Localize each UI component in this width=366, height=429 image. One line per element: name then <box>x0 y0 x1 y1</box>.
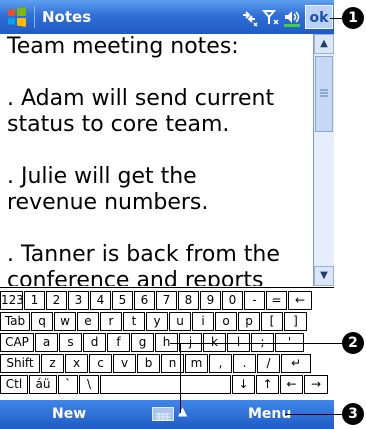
key[interactable]: 9 <box>200 291 221 310</box>
key[interactable]: w <box>54 312 76 331</box>
key[interactable]: i <box>192 312 214 331</box>
key[interactable]: c <box>89 354 112 373</box>
note-line[interactable]: . Julie will get the <box>0 164 312 190</box>
key[interactable]: 5 <box>112 291 133 310</box>
tab-key[interactable]: Tab <box>0 312 30 331</box>
key[interactable]: 2 <box>46 291 67 310</box>
key[interactable]: o <box>215 312 237 331</box>
note-line-blank[interactable] <box>0 216 312 242</box>
callout-line <box>180 343 344 344</box>
callout-marker: 2 <box>342 332 364 354</box>
callout-line <box>180 343 181 413</box>
app-title: Notes <box>42 8 92 26</box>
key[interactable]: ] <box>284 312 307 331</box>
key[interactable]: b <box>137 354 160 373</box>
key[interactable]: → <box>304 375 328 394</box>
key[interactable]: [ <box>261 312 283 331</box>
note-line[interactable]: . Adam will send current <box>0 86 312 112</box>
key[interactable]: e <box>77 312 99 331</box>
key[interactable]: , <box>209 354 232 373</box>
key[interactable]: 1 <box>24 291 45 310</box>
menu-bar: New ▲ Menu <box>0 400 334 429</box>
new-button[interactable]: New <box>52 406 86 422</box>
signal-icon[interactable] <box>261 7 281 27</box>
key[interactable]: g <box>131 333 154 352</box>
key[interactable]: u <box>169 312 191 331</box>
note-line[interactable]: conference and reports <box>0 268 312 286</box>
key[interactable]: q <box>31 312 53 331</box>
scroll-down-icon[interactable]: ▼ <box>314 266 334 286</box>
pocket-pc-screen: Notes ok Team meeting notes: . Adam will… <box>0 0 334 429</box>
key[interactable]: z <box>41 354 64 373</box>
keyboard-row-5: Ctl áü ` \ ↓ ↑ ← → <box>0 375 329 394</box>
keyboard-row-2: Tab q w e r t y u i o p [ ] <box>0 312 308 331</box>
keyboard-row-1: 123 1 2 3 4 5 6 7 8 9 0 - = ← <box>0 291 313 310</box>
space-key[interactable] <box>100 375 231 394</box>
backspace-key[interactable]: ← <box>288 291 312 310</box>
key[interactable]: - <box>244 291 265 310</box>
callout-marker: 3 <box>342 403 364 425</box>
key[interactable]: 3 <box>68 291 89 310</box>
key[interactable]: d <box>83 333 106 352</box>
key[interactable]: = <box>266 291 287 310</box>
note-line-blank[interactable] <box>0 60 312 86</box>
shift-key[interactable]: Shift <box>0 354 40 373</box>
volume-icon[interactable] <box>282 7 302 27</box>
connectivity-icon[interactable] <box>239 7 259 27</box>
key[interactable]: 0 <box>222 291 243 310</box>
vertical-scrollbar[interactable]: ▲ ▼ <box>313 34 334 286</box>
note-line[interactable]: status to core team. <box>0 112 312 138</box>
note-line[interactable]: . Tanner is back from the <box>0 242 312 268</box>
key[interactable]: r <box>100 312 122 331</box>
note-line-blank[interactable] <box>0 138 312 164</box>
key[interactable]: 123 <box>0 291 23 310</box>
key[interactable]: f <box>107 333 130 352</box>
key[interactable]: a <box>35 333 58 352</box>
key[interactable]: 7 <box>156 291 177 310</box>
keyboard-row-4: Shift z x c v b n m , . / ↵ <box>0 354 312 373</box>
scroll-grip-icon <box>320 89 328 97</box>
note-document[interactable]: Team meeting notes: . Adam will send cur… <box>0 34 312 286</box>
key[interactable]: y <box>146 312 168 331</box>
key[interactable]: ← <box>280 375 303 394</box>
key[interactable]: ↑ <box>256 375 279 394</box>
note-line[interactable]: Team meeting notes: <box>0 34 312 60</box>
key[interactable]: s <box>59 333 82 352</box>
callout-line <box>285 414 344 415</box>
key[interactable]: \ <box>79 375 99 394</box>
key[interactable]: v <box>113 354 136 373</box>
title-bar: Notes ok <box>0 0 334 34</box>
ok-button[interactable]: ok <box>305 5 333 29</box>
key[interactable]: 8 <box>178 291 199 310</box>
key[interactable]: 6 <box>134 291 155 310</box>
key[interactable]: m <box>185 354 208 373</box>
keyboard-input-icon[interactable] <box>152 407 174 421</box>
key[interactable]: 4 <box>90 291 111 310</box>
scroll-up-icon[interactable]: ▲ <box>314 34 334 54</box>
key[interactable]: t <box>123 312 145 331</box>
key[interactable]: ` <box>58 375 78 394</box>
scroll-thumb[interactable] <box>315 56 333 132</box>
key[interactable]: x <box>65 354 88 373</box>
note-line[interactable]: revenue numbers. <box>0 190 312 216</box>
ctrl-key[interactable]: Ctl <box>0 375 28 394</box>
title-separator <box>34 6 35 28</box>
key[interactable]: / <box>257 354 280 373</box>
caps-key[interactable]: CAP <box>0 333 34 352</box>
callout-marker: 1 <box>342 7 364 29</box>
key[interactable]: ↓ <box>232 375 255 394</box>
enter-key[interactable]: ↵ <box>281 354 311 373</box>
accent-key[interactable]: áü <box>29 375 57 394</box>
key[interactable]: p <box>238 312 260 331</box>
key[interactable]: . <box>233 354 256 373</box>
windows-start-icon[interactable] <box>6 6 28 28</box>
